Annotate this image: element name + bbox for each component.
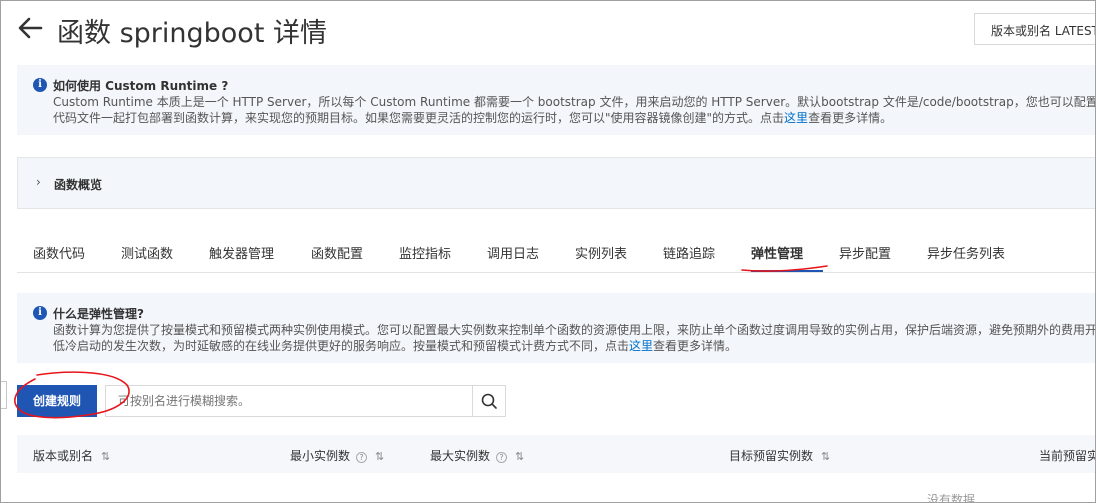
info-icon: i bbox=[33, 78, 47, 92]
version-alias-select[interactable]: 版本或别名 LATEST bbox=[974, 13, 1095, 45]
tab-function-code[interactable]: 函数代码 bbox=[33, 243, 85, 262]
sort-icon[interactable]: ⇅ bbox=[821, 450, 830, 463]
tab-async-tasks[interactable]: 异步任务列表 bbox=[927, 243, 1005, 262]
tab-tracing[interactable]: 链路追踪 bbox=[663, 243, 715, 262]
search-button[interactable] bbox=[472, 385, 506, 417]
notice-text-part: 查看更多详情。 bbox=[653, 339, 738, 353]
tab-function-config[interactable]: 函数配置 bbox=[311, 243, 363, 262]
side-panel-handle[interactable] bbox=[1, 381, 7, 409]
rules-table-header: 版本或别名 ⇅ 最小实例数? ⇅ 最大实例数? ⇅ 目标预留实例数 ⇅ 当前预留实 bbox=[17, 435, 1096, 473]
tab-elastic-management[interactable]: 弹性管理 bbox=[751, 243, 803, 262]
alias-search-input[interactable] bbox=[105, 385, 473, 417]
custom-runtime-notice: i 如何使用 Custom Runtime ? Custom Runtime 本… bbox=[17, 65, 1096, 135]
column-header[interactable]: 目标预留实例数 ⇅ bbox=[729, 447, 830, 464]
notice-text: Custom Runtime 本质上是一个 HTTP Server，所以每个 C… bbox=[53, 95, 1096, 109]
column-label: 版本或别名 bbox=[33, 449, 94, 463]
search-icon bbox=[481, 393, 497, 409]
empty-state-text: 没有数据 bbox=[927, 493, 976, 503]
column-label: 最大实例数 bbox=[430, 449, 491, 463]
tab-test-function[interactable]: 测试函数 bbox=[121, 243, 173, 262]
function-tabs: 函数代码 测试函数 触发器管理 函数配置 监控指标 调用日志 实例列表 链路追踪… bbox=[17, 233, 1095, 273]
help-icon[interactable]: ? bbox=[356, 452, 368, 463]
more-details-link[interactable]: 这里 bbox=[629, 339, 653, 353]
more-details-link[interactable]: 这里 bbox=[784, 111, 808, 125]
tab-instances[interactable]: 实例列表 bbox=[575, 243, 627, 262]
back-arrow-icon[interactable] bbox=[17, 15, 43, 41]
notice-text: 函数计算为您提供了按量模式和预留模式两种实例使用模式。您可以配置最大实例数来控制… bbox=[53, 323, 1096, 337]
column-label: 目标预留实例数 bbox=[729, 449, 814, 463]
info-icon: i bbox=[33, 306, 47, 320]
column-header[interactable]: 版本或别名 ⇅ bbox=[33, 447, 110, 464]
function-overview-collapse[interactable]: › 函数概览 bbox=[17, 157, 1095, 209]
create-rule-button[interactable]: 创建规则 bbox=[17, 385, 97, 417]
help-icon[interactable]: ? bbox=[496, 452, 508, 463]
tab-invocation-logs[interactable]: 调用日志 bbox=[487, 243, 539, 262]
tab-monitoring[interactable]: 监控指标 bbox=[399, 243, 451, 262]
notice-text-part: 代码文件一起打包部署到函数计算，来实现您的预期目标。如果您需要更灵活的控制您的运… bbox=[53, 111, 785, 125]
column-label: 当前预留实 bbox=[1039, 449, 1096, 463]
active-tab-indicator bbox=[751, 270, 823, 272]
sort-icon[interactable]: ⇅ bbox=[101, 450, 110, 463]
page-title: 函数 springboot 详情 bbox=[57, 18, 327, 49]
notice-text-part: 查看更多详情。 bbox=[808, 111, 893, 125]
notice-title: 如何使用 Custom Runtime ? bbox=[53, 79, 229, 93]
notice-text: 代码文件一起打包部署到函数计算，来实现您的预期目标。如果您需要更灵活的控制您的运… bbox=[53, 109, 892, 126]
tab-async-config[interactable]: 异步配置 bbox=[839, 243, 891, 262]
notice-title: 什么是弹性管理? bbox=[53, 307, 144, 321]
column-label: 最小实例数 bbox=[290, 449, 351, 463]
overview-label: 函数概览 bbox=[54, 178, 103, 192]
sort-icon[interactable]: ⇅ bbox=[515, 450, 524, 463]
app-frame: 函数 springboot 详情 版本或别名 LATEST i 如何使用 Cus… bbox=[0, 0, 1096, 503]
column-header[interactable]: 当前预留实 bbox=[1039, 447, 1096, 464]
column-header[interactable]: 最大实例数? ⇅ bbox=[430, 447, 524, 464]
elastic-management-notice: i 什么是弹性管理? 函数计算为您提供了按量模式和预留模式两种实例使用模式。您可… bbox=[17, 293, 1096, 363]
sort-icon[interactable]: ⇅ bbox=[375, 450, 384, 463]
chevron-right-icon: › bbox=[36, 175, 41, 189]
column-header[interactable]: 最小实例数? ⇅ bbox=[290, 447, 384, 464]
notice-text: 低冷启动的发生次数，为时延敏感的在线业务提供更好的服务响应。按量模式和预留模式计… bbox=[53, 337, 737, 354]
tab-triggers[interactable]: 触发器管理 bbox=[209, 243, 274, 262]
notice-text-part: 低冷启动的发生次数，为时延敏感的在线业务提供更好的服务响应。按量模式和预留模式计… bbox=[53, 339, 630, 353]
